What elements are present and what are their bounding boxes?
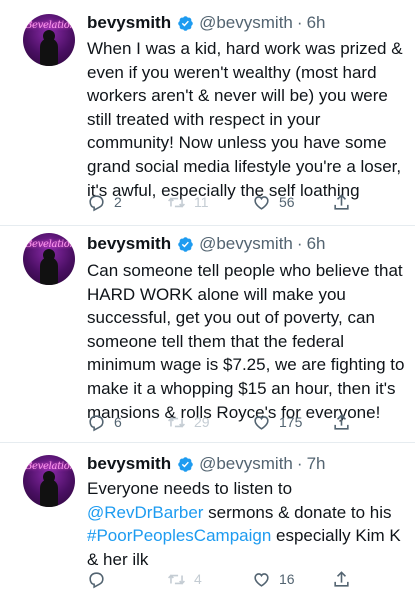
retweet-icon [168,416,185,428]
like-button[interactable]: 175 [252,410,302,434]
display-name[interactable]: bevysmith [87,13,171,33]
tweet[interactable]: Bevelations bevysmith @bevysmith · 7h Ev… [0,443,415,600]
hashtag-link[interactable]: #PoorPeoplesCampaign [87,526,271,545]
verified-badge-icon [178,456,193,472]
avatar[interactable]: Bevelations [23,455,75,507]
tweet-text: When I was a kid, hard work was prized &… [87,39,403,200]
display-name[interactable]: bevysmith [87,234,171,254]
tweet-actions: 2 11 56 [87,190,387,214]
share-icon [334,193,349,210]
reply-button[interactable]: 6 [87,410,122,434]
separator: · [296,13,303,32]
like-icon [254,572,269,587]
like-icon [254,195,269,210]
like-count: 16 [279,571,295,587]
retweet-count: 4 [194,571,202,587]
avatar[interactable]: Bevelations [23,14,75,66]
handle[interactable]: @bevysmith [199,13,293,33]
retweet-count: 11 [194,194,209,210]
share-icon [334,570,349,587]
display-name[interactable]: bevysmith [87,454,171,474]
reply-icon [89,571,104,588]
retweet-icon [168,573,185,585]
retweet-button[interactable]: 29 [167,410,210,434]
timestamp[interactable]: 7h [307,454,326,474]
tweet[interactable]: Bevelations bevysmith @bevysmith · 6h Wh… [0,0,415,225]
retweet-button[interactable]: 4 [167,567,202,591]
tweet-header: bevysmith @bevysmith · 7h [87,453,325,475]
separator: · [296,454,303,473]
mention-link[interactable]: @RevDrBarber [87,503,203,522]
reply-button[interactable] [87,567,114,591]
timestamp[interactable]: 6h [307,13,326,33]
tweet-header: bevysmith @bevysmith · 6h [87,12,325,34]
reply-count: 2 [114,194,122,210]
tweet[interactable]: Bevelations bevysmith @bevysmith · 6h Ca… [0,226,415,442]
separator: · [296,234,303,253]
like-count: 56 [279,194,295,210]
retweet-icon [168,196,185,208]
like-button[interactable]: 56 [252,190,295,214]
tweet-text: Can someone tell people who believe that… [87,261,405,422]
timestamp[interactable]: 6h [307,234,326,254]
verified-badge-icon [178,236,193,252]
handle[interactable]: @bevysmith [199,234,293,254]
reply-count: 6 [114,414,122,430]
handle[interactable]: @bevysmith [199,454,293,474]
like-count: 175 [279,414,303,430]
share-button[interactable] [332,567,351,591]
share-button[interactable] [332,190,351,214]
retweet-button[interactable]: 11 [167,190,209,214]
verified-badge-icon [178,15,193,31]
tweet-actions: 4 16 [87,567,387,591]
tweet-text: Everyone needs to listen to @RevDrBarber… [87,479,401,569]
reply-icon [89,194,104,211]
like-icon [254,415,269,430]
share-button[interactable] [332,410,351,434]
reply-button[interactable]: 2 [87,190,122,214]
like-button[interactable]: 16 [252,567,295,591]
tweet-actions: 6 29 175 [87,410,387,434]
tweet-header: bevysmith @bevysmith · 6h [87,233,325,255]
retweet-count: 29 [194,414,210,430]
reply-icon [89,414,104,431]
avatar[interactable]: Bevelations [23,233,75,285]
share-icon [334,413,349,430]
tweet-feed: Bevelations bevysmith @bevysmith · 6h Wh… [0,0,415,600]
